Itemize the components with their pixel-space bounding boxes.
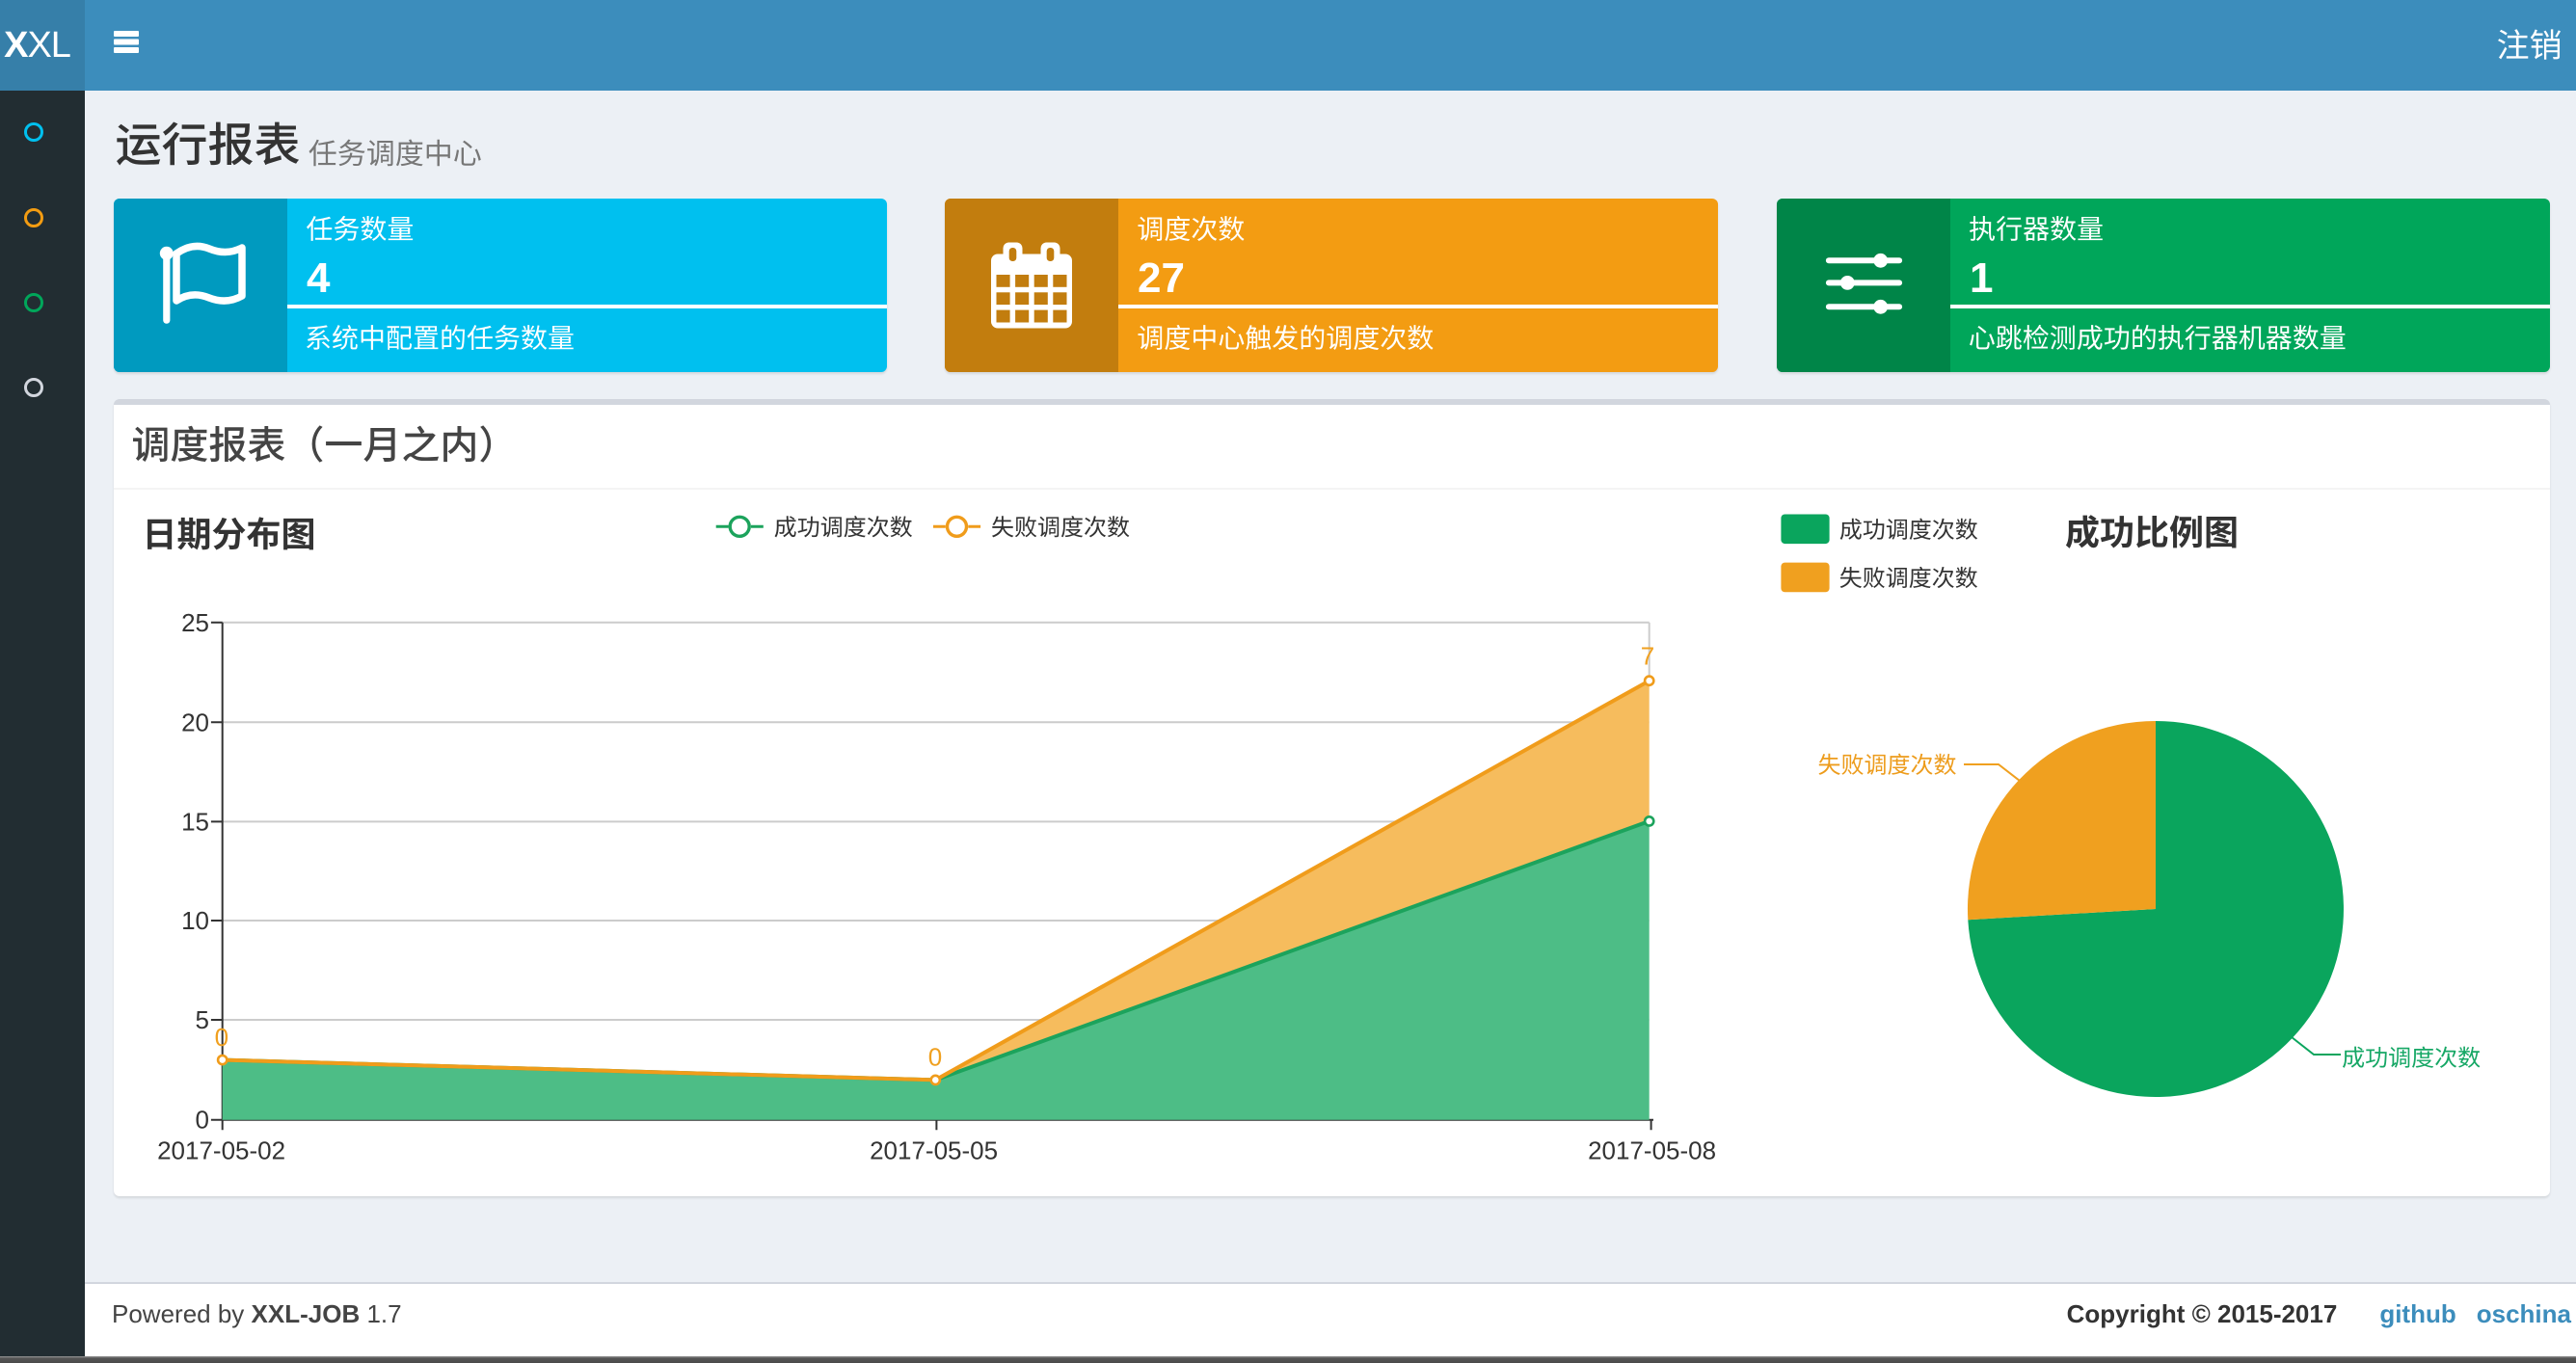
svg-text:15: 15 bbox=[181, 807, 209, 836]
svg-text:2017-05-02: 2017-05-02 bbox=[157, 1136, 285, 1164]
svg-text:5: 5 bbox=[196, 1005, 209, 1034]
svg-text:0: 0 bbox=[196, 1106, 209, 1135]
svg-text:20: 20 bbox=[181, 708, 209, 736]
svg-text:25: 25 bbox=[181, 608, 209, 637]
svg-text:0: 0 bbox=[215, 1023, 228, 1052]
svg-text:2017-05-08: 2017-05-08 bbox=[1588, 1136, 1716, 1164]
svg-text:10: 10 bbox=[181, 906, 209, 935]
svg-text:0: 0 bbox=[928, 1042, 942, 1071]
svg-text:7: 7 bbox=[1641, 641, 1654, 670]
svg-text:2017-05-05: 2017-05-05 bbox=[870, 1136, 998, 1164]
